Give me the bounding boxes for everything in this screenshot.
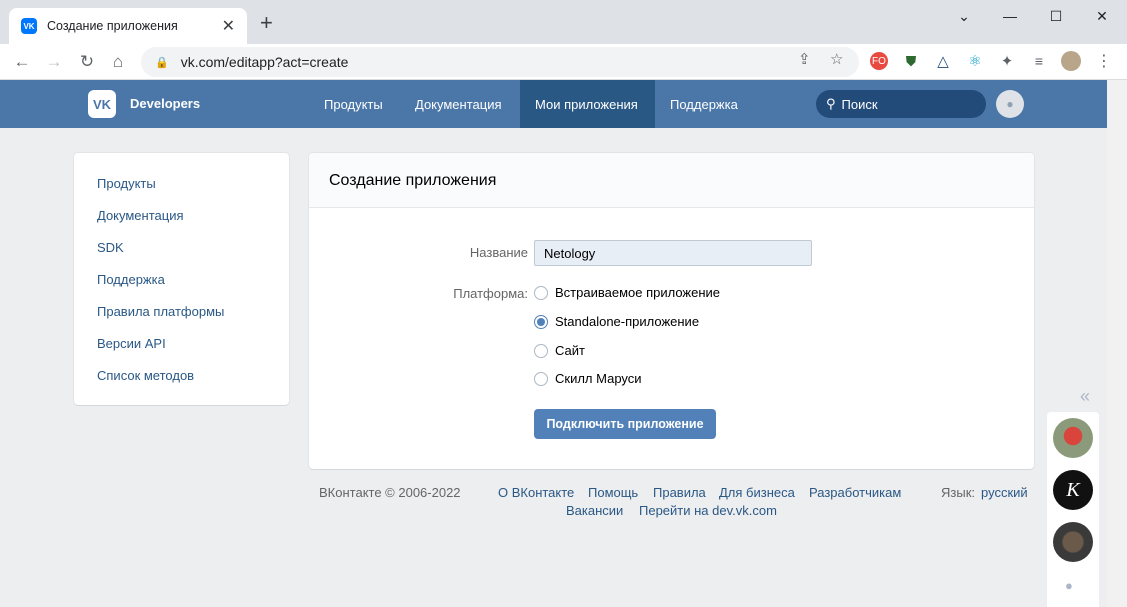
extension-fo-icon[interactable]: FO — [870, 52, 888, 70]
platform-option-embedded[interactable]: Встраиваемое приложение — [534, 285, 720, 300]
side-item-sdk[interactable]: SDK — [74, 231, 289, 263]
radio-button[interactable] — [534, 343, 548, 358]
language-label: Язык: — [941, 485, 975, 500]
new-tab-icon[interactable]: + — [260, 12, 273, 34]
platform-option-marusia-skill[interactable]: Скилл Маруси — [534, 371, 642, 386]
side-item-support[interactable]: Поддержка — [74, 263, 289, 295]
lock-icon[interactable]: 🔒 — [155, 56, 169, 69]
footer-link-business[interactable]: Для бизнеса — [719, 485, 795, 500]
scrollbar[interactable] — [1107, 80, 1127, 607]
search-input[interactable]: ⚲ Поиск — [816, 90, 986, 118]
tab-search-chevron-icon[interactable]: ⌄ — [941, 4, 987, 28]
side-item-documentation[interactable]: Документация — [74, 199, 289, 231]
footer-link-about[interactable]: О ВКонтакте — [498, 485, 574, 500]
side-item-methods-list[interactable]: Список методов — [74, 359, 289, 391]
extension-triangle-icon[interactable]: △ — [934, 52, 952, 70]
language-selector[interactable]: русский — [981, 485, 1028, 500]
forward-arrow-icon[interactable]: → — [42, 50, 66, 74]
name-label: Название — [469, 245, 528, 260]
media-control-icon[interactable]: ≡ — [1030, 52, 1048, 70]
chat-avatar[interactable] — [1053, 418, 1093, 458]
side-item-platform-rules[interactable]: Правила платформы — [74, 295, 289, 327]
nav-products[interactable]: Продукты — [309, 80, 398, 128]
bookmark-star-icon[interactable]: ☆ — [830, 50, 843, 68]
search-placeholder: Поиск — [841, 96, 878, 112]
minimize-icon[interactable]: — — [987, 4, 1033, 28]
radio-button[interactable] — [534, 371, 548, 386]
platform-option-standalone[interactable]: Standalone-приложение — [534, 314, 699, 329]
connect-app-button[interactable]: Подключить приложение — [534, 409, 716, 439]
vk-logo-icon[interactable]: VK — [88, 90, 116, 118]
address-bar[interactable]: 🔒 vk.com/editapp?act=create — [141, 47, 859, 77]
nav-support[interactable]: Поддержка — [655, 80, 753, 128]
reload-icon[interactable]: ↻ — [75, 50, 99, 74]
browser-tab[interactable]: VK Создание приложения ✕ — [9, 8, 247, 44]
url-text: vk.com/editapp?act=create — [180, 54, 349, 70]
vk-header: VK Developers Продукты Документация Мои … — [0, 80, 1107, 128]
footer-link-dev-vk[interactable]: Перейти на dev.vk.com — [639, 503, 777, 518]
create-app-card: Создание приложения Название Платформа: … — [309, 153, 1034, 469]
window-close-icon[interactable]: ✕ — [1079, 4, 1125, 28]
home-icon[interactable]: ⌂ — [106, 50, 130, 74]
copyright: ВКонтакте © 2006-2022 — [319, 485, 461, 500]
tab-title: Создание приложения — [47, 19, 178, 33]
app-name-field[interactable] — [534, 240, 812, 266]
profile-avatar[interactable] — [1061, 51, 1081, 71]
extension-shield-icon[interactable]: ⛊ — [902, 52, 920, 70]
browser-tab-bar: VK Создание приложения ✕ + ⌄ — ☐ ✕ — [0, 0, 1127, 44]
side-menu: Продукты Документация SDK Поддержка Прав… — [74, 153, 289, 405]
footer-link-rules[interactable]: Правила — [653, 485, 706, 500]
extensions-puzzle-icon[interactable]: ✦ — [998, 52, 1016, 70]
nav-my-apps[interactable]: Мои приложения — [520, 80, 655, 128]
platform-option-site[interactable]: Сайт — [534, 343, 585, 358]
back-arrow-icon[interactable]: ← — [10, 50, 34, 74]
footer-link-vacancies[interactable]: Вакансии — [566, 503, 623, 518]
browser-toolbar: ← → ↻ ⌂ 🔒 vk.com/editapp?act=create ⇪ ☆ … — [0, 44, 1127, 80]
camera-avatar-icon[interactable]: ● — [996, 90, 1024, 118]
chat-bubble-icon[interactable]: ● — [1065, 578, 1073, 593]
side-item-products[interactable]: Продукты — [74, 167, 289, 199]
radio-label: Сайт — [555, 343, 585, 358]
radio-button[interactable] — [534, 285, 548, 300]
browser-menu-icon[interactable]: ⋮ — [1095, 52, 1113, 70]
react-devtools-icon[interactable]: ⚛ — [966, 52, 984, 70]
page-body: Продукты Документация SDK Поддержка Прав… — [0, 128, 1107, 607]
share-icon[interactable]: ⇪ — [798, 50, 811, 68]
search-icon: ⚲ — [826, 96, 836, 111]
page-title: Создание приложения — [309, 153, 1034, 208]
maximize-icon[interactable]: ☐ — [1033, 4, 1079, 28]
chat-avatar[interactable] — [1053, 522, 1093, 562]
nav-documentation[interactable]: Документация — [400, 80, 517, 128]
side-item-api-versions[interactable]: Версии API — [74, 327, 289, 359]
collapse-chats-icon[interactable]: « — [1080, 386, 1090, 407]
vk-favicon-icon: VK — [21, 18, 37, 34]
brand-title[interactable]: Developers — [130, 96, 200, 111]
radio-button-checked[interactable] — [534, 314, 548, 329]
radio-label: Встраиваемое приложение — [555, 285, 721, 300]
footer-link-help[interactable]: Помощь — [588, 485, 638, 500]
chat-avatar[interactable]: K — [1053, 470, 1093, 510]
footer-link-developers[interactable]: Разработчикам — [809, 485, 901, 500]
platform-label: Платформа: — [453, 286, 528, 301]
radio-label: Standalone-приложение — [555, 314, 700, 329]
close-tab-icon[interactable]: ✕ — [222, 16, 235, 36]
chat-panel: K ● — [1047, 412, 1099, 607]
radio-label: Скилл Маруси — [555, 371, 642, 386]
